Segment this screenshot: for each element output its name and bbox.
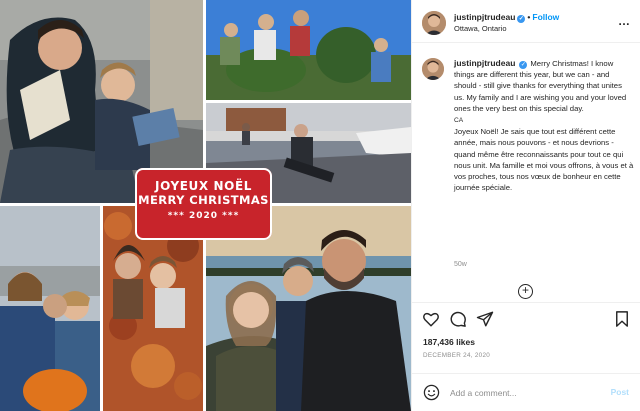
header-username-row: justinpjtrudeau ✓ • Follow	[454, 12, 559, 23]
bookmark-icon[interactable]	[613, 310, 631, 328]
action-bar	[412, 302, 640, 332]
merry-christmas-banner: JOYEUX NOËL MERRY CHRISTMAS *** 2020 ***	[135, 168, 272, 240]
verified-badge-icon: ✓	[519, 61, 528, 69]
post-comment-button[interactable]: Post	[611, 387, 629, 397]
banner-line-3: *** 2020 ***	[167, 211, 240, 221]
comment-bar: Post	[412, 373, 640, 411]
avatar[interactable]	[422, 11, 446, 35]
comment-input[interactable]	[450, 385, 600, 401]
caption-timestamp: 50w	[454, 261, 467, 268]
post-date: DECEMBER 24, 2020	[423, 352, 491, 359]
location-link[interactable]: Ottawa, Ontario	[454, 24, 507, 33]
follow-button[interactable]: Follow	[532, 12, 559, 22]
verified-badge-icon: ✓	[517, 15, 526, 23]
heart-icon[interactable]	[422, 310, 440, 328]
caption-french: Joyeux Noël! Je sais que tout est différ…	[454, 127, 634, 193]
caption-text: justinpjtrudeau ✓ Merry Christmas! I know …	[454, 58, 634, 193]
comment-icon[interactable]	[449, 310, 467, 328]
caption-username[interactable]: justinpjtrudeau	[454, 58, 515, 68]
more-options-icon[interactable]: …	[618, 14, 631, 28]
emoji-icon[interactable]	[423, 384, 440, 401]
post-image-collage[interactable]: JOYEUX NOËL MERRY CHRISTMAS *** 2020 ***	[0, 0, 411, 411]
photo-kids-garden	[206, 0, 411, 100]
caption-area: justinpjtrudeau ✓ Merry Christmas! I know …	[412, 44, 640, 284]
post-header: justinpjtrudeau ✓ • Follow Ottawa, Ontario …	[412, 0, 640, 43]
plus-circle-icon[interactable]: +	[518, 284, 533, 299]
post-side-panel: justinpjtrudeau ✓ • Follow Ottawa, Ontario …	[411, 0, 640, 411]
likes-count[interactable]: 187,436 likes	[423, 337, 475, 347]
banner-line-1: JOYEUX NOËL	[155, 179, 252, 193]
separator-dot: •	[527, 12, 531, 22]
avatar[interactable]	[422, 58, 444, 80]
share-icon[interactable]	[476, 310, 494, 328]
photo-pumpkin	[0, 206, 100, 411]
username-link[interactable]: justinpjtrudeau	[454, 12, 515, 22]
caption-tag: CA	[454, 117, 464, 125]
banner-line-2: MERRY CHRISTMAS	[138, 193, 269, 207]
